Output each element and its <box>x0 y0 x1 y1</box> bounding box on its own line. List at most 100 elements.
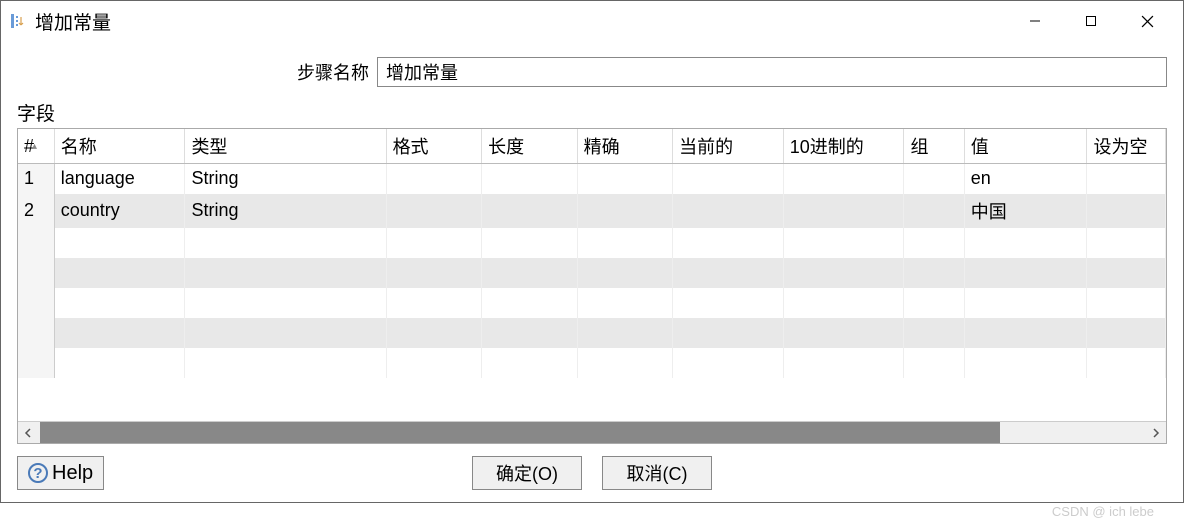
col-header-type[interactable]: 类型 <box>185 129 386 164</box>
cell-idx[interactable] <box>18 258 54 288</box>
cell-format[interactable] <box>386 228 482 258</box>
cell-name[interactable] <box>54 288 185 318</box>
cell-current[interactable] <box>673 348 784 378</box>
scroll-track[interactable] <box>40 422 1144 444</box>
table-row[interactable] <box>18 348 1166 378</box>
cell-name[interactable]: country <box>54 194 185 228</box>
cell-type[interactable] <box>185 288 386 318</box>
help-button[interactable]: ? Help <box>17 456 104 490</box>
cell-type[interactable] <box>185 258 386 288</box>
cell-idx[interactable] <box>18 228 54 258</box>
cell-name[interactable] <box>54 348 185 378</box>
col-header-precision[interactable]: 精确 <box>577 129 673 164</box>
cell-setnull[interactable] <box>1087 318 1166 348</box>
cell-type[interactable]: String <box>185 164 386 194</box>
col-header-value[interactable]: 值 <box>964 129 1087 164</box>
cell-name[interactable]: language <box>54 164 185 194</box>
table-row[interactable]: 2countryString 中国 <box>18 194 1166 228</box>
col-header-format[interactable]: 格式 <box>386 129 482 164</box>
cell-decimal[interactable] <box>783 318 904 348</box>
cell-setnull[interactable] <box>1087 228 1166 258</box>
cell-decimal[interactable] <box>783 258 904 288</box>
cell-length[interactable] <box>482 348 578 378</box>
cell-precision[interactable] <box>577 348 673 378</box>
cell-length[interactable] <box>482 288 578 318</box>
cell-format[interactable] <box>386 194 482 228</box>
cell-idx[interactable]: 2 <box>18 194 54 228</box>
scroll-left-button[interactable] <box>18 422 40 444</box>
cell-idx[interactable] <box>18 318 54 348</box>
cell-idx[interactable] <box>18 288 54 318</box>
cell-name[interactable] <box>54 318 185 348</box>
cancel-button[interactable]: 取消(C) <box>602 456 712 490</box>
cell-name[interactable] <box>54 258 185 288</box>
cell-precision[interactable] <box>577 194 673 228</box>
cell-current[interactable] <box>673 258 784 288</box>
cell-format[interactable] <box>386 288 482 318</box>
cell-decimal[interactable] <box>783 228 904 258</box>
cell-group[interactable] <box>904 348 964 378</box>
cell-precision[interactable] <box>577 318 673 348</box>
cell-current[interactable] <box>673 194 784 228</box>
cell-group[interactable] <box>904 194 964 228</box>
cell-value[interactable] <box>964 348 1087 378</box>
cell-length[interactable] <box>482 318 578 348</box>
cell-format[interactable] <box>386 258 482 288</box>
col-header-idx[interactable]: #▴ <box>18 129 54 164</box>
cell-format[interactable] <box>386 348 482 378</box>
cell-type[interactable] <box>185 318 386 348</box>
cell-setnull[interactable] <box>1087 348 1166 378</box>
cell-current[interactable] <box>673 288 784 318</box>
cell-length[interactable] <box>482 228 578 258</box>
cell-idx[interactable] <box>18 348 54 378</box>
table-row[interactable] <box>18 258 1166 288</box>
col-header-setnull[interactable]: 设为空 <box>1087 129 1166 164</box>
ok-button[interactable]: 确定(O) <box>472 456 582 490</box>
cell-precision[interactable] <box>577 164 673 194</box>
cell-value[interactable]: 中国 <box>964 194 1087 228</box>
cell-precision[interactable] <box>577 228 673 258</box>
cell-length[interactable] <box>482 164 578 194</box>
table-row[interactable] <box>18 228 1166 258</box>
cell-group[interactable] <box>904 318 964 348</box>
cell-type[interactable]: String <box>185 194 386 228</box>
cell-value[interactable]: en <box>964 164 1087 194</box>
cell-precision[interactable] <box>577 258 673 288</box>
cell-length[interactable] <box>482 258 578 288</box>
cell-current[interactable] <box>673 228 784 258</box>
cell-value[interactable] <box>964 258 1087 288</box>
cell-length[interactable] <box>482 194 578 228</box>
cell-idx[interactable]: 1 <box>18 164 54 194</box>
table-row[interactable]: 1languageString en <box>18 164 1166 194</box>
cell-decimal[interactable] <box>783 164 904 194</box>
cell-setnull[interactable] <box>1087 258 1166 288</box>
step-name-input[interactable] <box>377 57 1167 87</box>
cell-decimal[interactable] <box>783 348 904 378</box>
close-button[interactable] <box>1119 4 1175 38</box>
cell-type[interactable] <box>185 228 386 258</box>
col-header-decimal[interactable]: 10进制的 <box>783 129 904 164</box>
fields-table[interactable]: #▴ 名称 类型 格式 长度 精确 当前的 10进制的 组 值 设为空 <box>18 129 1166 378</box>
cell-value[interactable] <box>964 318 1087 348</box>
cell-group[interactable] <box>904 258 964 288</box>
col-header-current[interactable]: 当前的 <box>673 129 784 164</box>
cell-current[interactable] <box>673 318 784 348</box>
col-header-length[interactable]: 长度 <box>482 129 578 164</box>
cell-type[interactable] <box>185 348 386 378</box>
cell-name[interactable] <box>54 228 185 258</box>
maximize-button[interactable] <box>1063 4 1119 38</box>
table-row[interactable] <box>18 318 1166 348</box>
cell-precision[interactable] <box>577 288 673 318</box>
minimize-button[interactable] <box>1007 4 1063 38</box>
cell-setnull[interactable] <box>1087 194 1166 228</box>
horizontal-scrollbar[interactable] <box>18 421 1166 443</box>
col-header-name[interactable]: 名称 <box>54 129 185 164</box>
col-header-group[interactable]: 组 <box>904 129 964 164</box>
cell-setnull[interactable] <box>1087 288 1166 318</box>
cell-value[interactable] <box>964 288 1087 318</box>
cell-setnull[interactable] <box>1087 164 1166 194</box>
cell-group[interactable] <box>904 164 964 194</box>
scroll-thumb[interactable] <box>1000 422 1144 444</box>
cell-decimal[interactable] <box>783 194 904 228</box>
cell-current[interactable] <box>673 164 784 194</box>
